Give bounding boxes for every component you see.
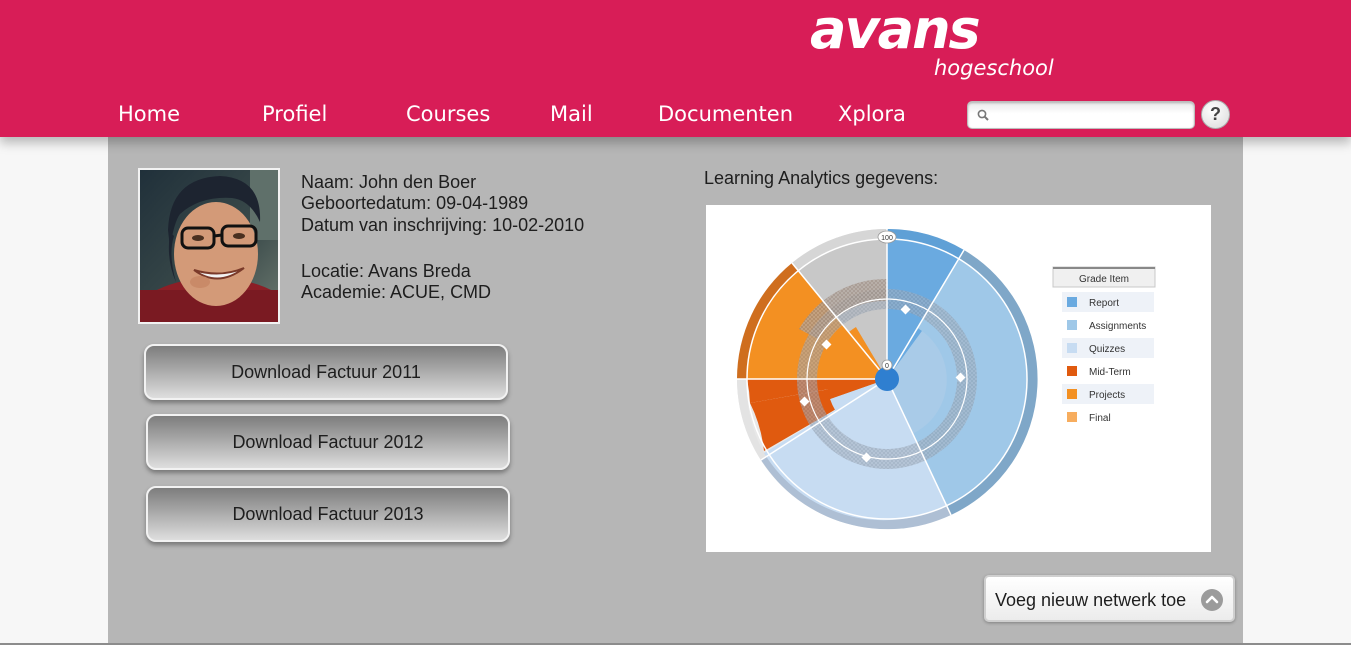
legend-item-report: Report bbox=[1089, 298, 1119, 309]
profile-enrollment-date: Datum van inschrijving: 10-02-2010 bbox=[301, 215, 585, 235]
nav-profiel[interactable]: Profiel bbox=[262, 100, 327, 128]
legend-swatch-midterm bbox=[1067, 366, 1077, 376]
legend-item-assignments: Assignments bbox=[1089, 321, 1146, 332]
add-network-label: Voeg nieuw netwerk toe bbox=[995, 590, 1187, 610]
analytics-title: Learning Analytics gegevens: bbox=[704, 168, 939, 188]
help-button[interactable]: ? bbox=[1201, 100, 1230, 129]
grade-sunburst-chart: 0 100 Grade Item Report Assignments Quiz… bbox=[737, 228, 1156, 530]
logo-subtitle: hogeschool bbox=[934, 56, 1054, 80]
nav-xplora[interactable]: Xplora bbox=[838, 100, 906, 128]
chart-max-label: 100 bbox=[881, 235, 893, 242]
avans-logo[interactable]: avans hogeschool bbox=[808, 0, 1054, 86]
profile-location: Locatie: Avans Breda bbox=[301, 261, 471, 281]
profile-academy: Academie: ACUE, CMD bbox=[301, 282, 492, 302]
legend-swatch-report bbox=[1067, 297, 1077, 307]
chevron-up-icon bbox=[1201, 589, 1223, 611]
add-network-button[interactable]: Voeg nieuw netwerk toe bbox=[984, 575, 1235, 622]
search-icon bbox=[977, 109, 989, 121]
search-box[interactable] bbox=[967, 101, 1195, 129]
logo-wordmark: avans bbox=[810, 0, 981, 61]
legend-swatch-quizzes bbox=[1067, 343, 1077, 353]
legend-item-midterm: Mid-Term bbox=[1089, 367, 1131, 378]
legend-swatch-final bbox=[1067, 412, 1077, 422]
legend-item-quizzes: Quizzes bbox=[1089, 344, 1125, 355]
chart-legend: Grade Item Report Assignments Quizzes Mi… bbox=[1052, 266, 1156, 424]
avatar bbox=[138, 168, 280, 324]
profile-birthdate: Geboortedatum: 09-04-1989 bbox=[301, 193, 529, 213]
legend-title: Grade Item bbox=[1079, 274, 1129, 285]
search-input[interactable] bbox=[994, 104, 1190, 126]
analytics-chart: 0 100 Grade Item Report Assignments Quiz… bbox=[706, 205, 1211, 552]
nav-documenten[interactable]: Documenten bbox=[658, 100, 793, 128]
nav-courses[interactable]: Courses bbox=[406, 100, 490, 128]
profile-name: Naam: John den Boer bbox=[301, 172, 477, 192]
legend-swatch-projects bbox=[1067, 389, 1077, 399]
chart-center-label: 0 bbox=[885, 363, 889, 370]
nav-mail[interactable]: Mail bbox=[550, 100, 593, 128]
download-invoice-2011-button[interactable]: Download Factuur 2011 bbox=[144, 344, 508, 400]
legend-item-final: Final bbox=[1089, 413, 1111, 424]
legend-item-projects: Projects bbox=[1089, 390, 1125, 401]
avatar-photo bbox=[140, 170, 278, 322]
download-invoice-2012-button[interactable]: Download Factuur 2012 bbox=[146, 414, 510, 470]
nav-home[interactable]: Home bbox=[118, 100, 180, 128]
download-invoice-2013-button[interactable]: Download Factuur 2013 bbox=[146, 486, 510, 542]
site-header: avans hogeschool Home Profiel Courses Ma… bbox=[0, 0, 1351, 137]
legend-swatch-assignments bbox=[1067, 320, 1077, 330]
